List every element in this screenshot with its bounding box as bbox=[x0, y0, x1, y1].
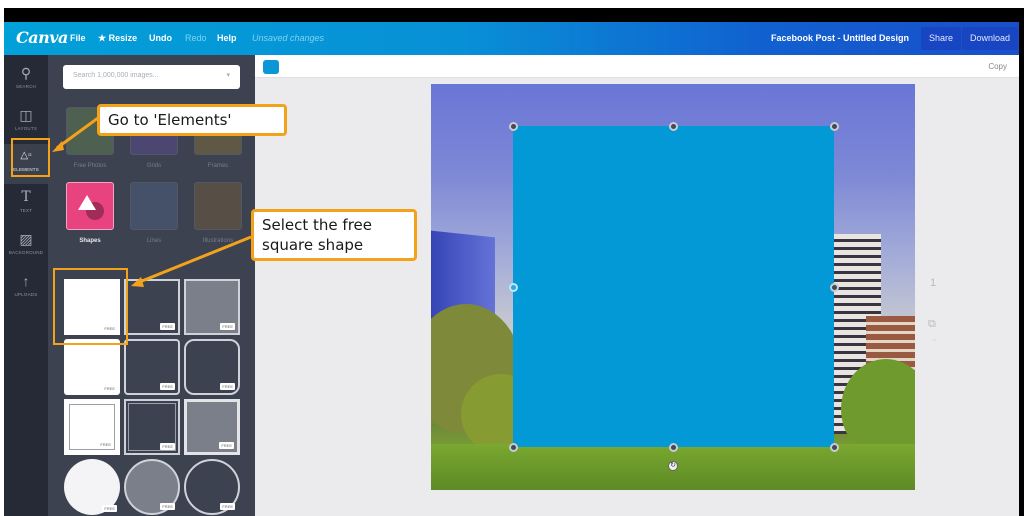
callout-go-to-elements: Go to 'Elements' bbox=[97, 104, 287, 136]
rail-item-uploads[interactable]: ↑ UPLOADS bbox=[4, 269, 48, 309]
letterbox-top bbox=[4, 8, 1024, 22]
download-button[interactable]: Download bbox=[962, 27, 1018, 50]
shape-gray-frame[interactable]: FREE bbox=[184, 399, 240, 455]
editor-toolbar: Copy bbox=[255, 55, 1019, 78]
screen: Canva File ★ Resize Undo Redo Help Unsav… bbox=[0, 0, 1024, 516]
category-shapes[interactable] bbox=[66, 182, 114, 230]
rail-item-text[interactable]: T TEXT bbox=[4, 185, 48, 225]
menu-resize-label: Resize bbox=[108, 33, 138, 43]
search-icon: ⚲ bbox=[20, 65, 32, 81]
resize-handle-top[interactable] bbox=[668, 121, 678, 131]
share-button[interactable]: Share bbox=[921, 27, 962, 50]
canva-editor: Canva File ★ Resize Undo Redo Help Unsav… bbox=[4, 22, 1019, 516]
rail-label: LAYOUTS bbox=[14, 126, 38, 131]
shape-outline-rounded[interactable]: FREE bbox=[124, 339, 180, 395]
free-badge: FREE bbox=[219, 442, 234, 449]
letterbox-right bbox=[1019, 8, 1024, 516]
selected-square-shape[interactable] bbox=[513, 126, 834, 447]
rail-item-layouts[interactable]: ◫ LAYOUTS bbox=[4, 103, 48, 143]
document-title[interactable]: Facebook Post - Untitled Design bbox=[771, 33, 909, 43]
callout-select-square: Select the free square shape bbox=[251, 209, 417, 261]
save-status: Unsaved changes bbox=[252, 33, 325, 43]
category-label: Grids bbox=[146, 163, 162, 169]
free-badge: FREE bbox=[220, 323, 235, 330]
chevron-down-icon[interactable]: ▾ bbox=[226, 71, 230, 79]
menu-redo[interactable]: Redo bbox=[185, 33, 207, 43]
category-lines[interactable] bbox=[130, 182, 178, 230]
move-up-icon[interactable]: ⌃ bbox=[931, 338, 938, 347]
free-badge: FREE bbox=[98, 441, 113, 448]
category-label: Shapes bbox=[79, 238, 101, 244]
page-number: 1 bbox=[930, 277, 937, 289]
shape-outline-square[interactable]: FREE bbox=[124, 279, 180, 335]
rail-item-search[interactable]: ⚲ SEARCH bbox=[4, 61, 48, 101]
menu-file[interactable]: File bbox=[70, 33, 86, 43]
rail-label: TEXT bbox=[19, 208, 33, 213]
shape-double-outline[interactable]: FREE bbox=[124, 399, 180, 455]
color-picker-swatch[interactable] bbox=[263, 60, 279, 74]
category-label: Lines bbox=[146, 238, 162, 244]
shape-white-rounded[interactable]: FREE bbox=[64, 339, 120, 395]
resize-handle-bottom[interactable] bbox=[668, 442, 678, 452]
canva-logo[interactable]: Canva bbox=[16, 28, 68, 47]
highlight-elements-box bbox=[11, 138, 50, 177]
resize-handle-right[interactable] bbox=[829, 282, 839, 292]
menu-undo[interactable]: Undo bbox=[149, 33, 172, 43]
star-icon: ★ bbox=[98, 33, 109, 43]
resize-handle-top-left[interactable] bbox=[508, 121, 518, 131]
shape-outline-rounded-large[interactable]: FREE bbox=[184, 339, 240, 395]
image-search-input[interactable]: Search 1,000,000 images... ▾ bbox=[63, 65, 240, 89]
category-label: Illustrations bbox=[202, 238, 234, 244]
free-badge: FREE bbox=[160, 383, 175, 390]
top-bar: Canva File ★ Resize Undo Redo Help Unsav… bbox=[4, 22, 1019, 55]
search-placeholder: Search 1,000,000 images... bbox=[73, 72, 159, 79]
shape-outline-circle[interactable]: FREE bbox=[184, 459, 240, 515]
free-badge: FREE bbox=[102, 385, 117, 392]
category-label: Frames bbox=[207, 163, 229, 169]
free-badge: FREE bbox=[220, 383, 235, 390]
shape-gray-square[interactable]: FREE bbox=[184, 279, 240, 335]
left-rail: ⚲ SEARCH ◫ LAYOUTS △▫ ELEMENTS T TEXT ▨ … bbox=[4, 55, 48, 516]
background-icon: ▨ bbox=[19, 231, 33, 247]
menu-help[interactable]: Help bbox=[217, 33, 237, 43]
resize-handle-left[interactable] bbox=[508, 282, 518, 292]
free-badge: FREE bbox=[160, 323, 175, 330]
resize-handle-bottom-right[interactable] bbox=[829, 442, 839, 452]
highlight-shape-box bbox=[53, 268, 128, 345]
resize-handle-top-right[interactable] bbox=[829, 121, 839, 131]
shape-white-circle[interactable]: FREE bbox=[64, 459, 120, 515]
copy-button[interactable]: Copy bbox=[988, 62, 1007, 71]
menu-resize[interactable]: ★ Resize bbox=[98, 33, 137, 44]
duplicate-page-icon[interactable]: ⧉ bbox=[928, 318, 936, 331]
category-illustrations[interactable] bbox=[194, 182, 242, 230]
free-badge: FREE bbox=[160, 503, 175, 510]
shape-gray-circle[interactable]: FREE bbox=[124, 459, 180, 515]
rail-label: UPLOADS bbox=[14, 292, 38, 297]
layouts-icon: ◫ bbox=[19, 107, 33, 123]
free-badge: FREE bbox=[160, 443, 175, 450]
resize-handle-bottom-left[interactable] bbox=[508, 442, 518, 452]
text-icon: T bbox=[21, 189, 31, 205]
free-badge: FREE bbox=[102, 505, 117, 512]
rotate-handle-icon[interactable]: ↻ bbox=[668, 461, 678, 471]
rail-item-background[interactable]: ▨ BACKGROUND bbox=[4, 227, 48, 267]
free-badge: FREE bbox=[220, 503, 235, 510]
category-label: Free Photos bbox=[73, 163, 107, 169]
shape-white-frame[interactable]: FREE bbox=[64, 399, 120, 455]
design-canvas[interactable]: ↻ bbox=[431, 84, 915, 490]
upload-icon: ↑ bbox=[22, 273, 30, 289]
shapes-icon bbox=[78, 195, 104, 220]
rail-label: SEARCH bbox=[16, 84, 36, 89]
rail-label: BACKGROUND bbox=[8, 250, 44, 255]
